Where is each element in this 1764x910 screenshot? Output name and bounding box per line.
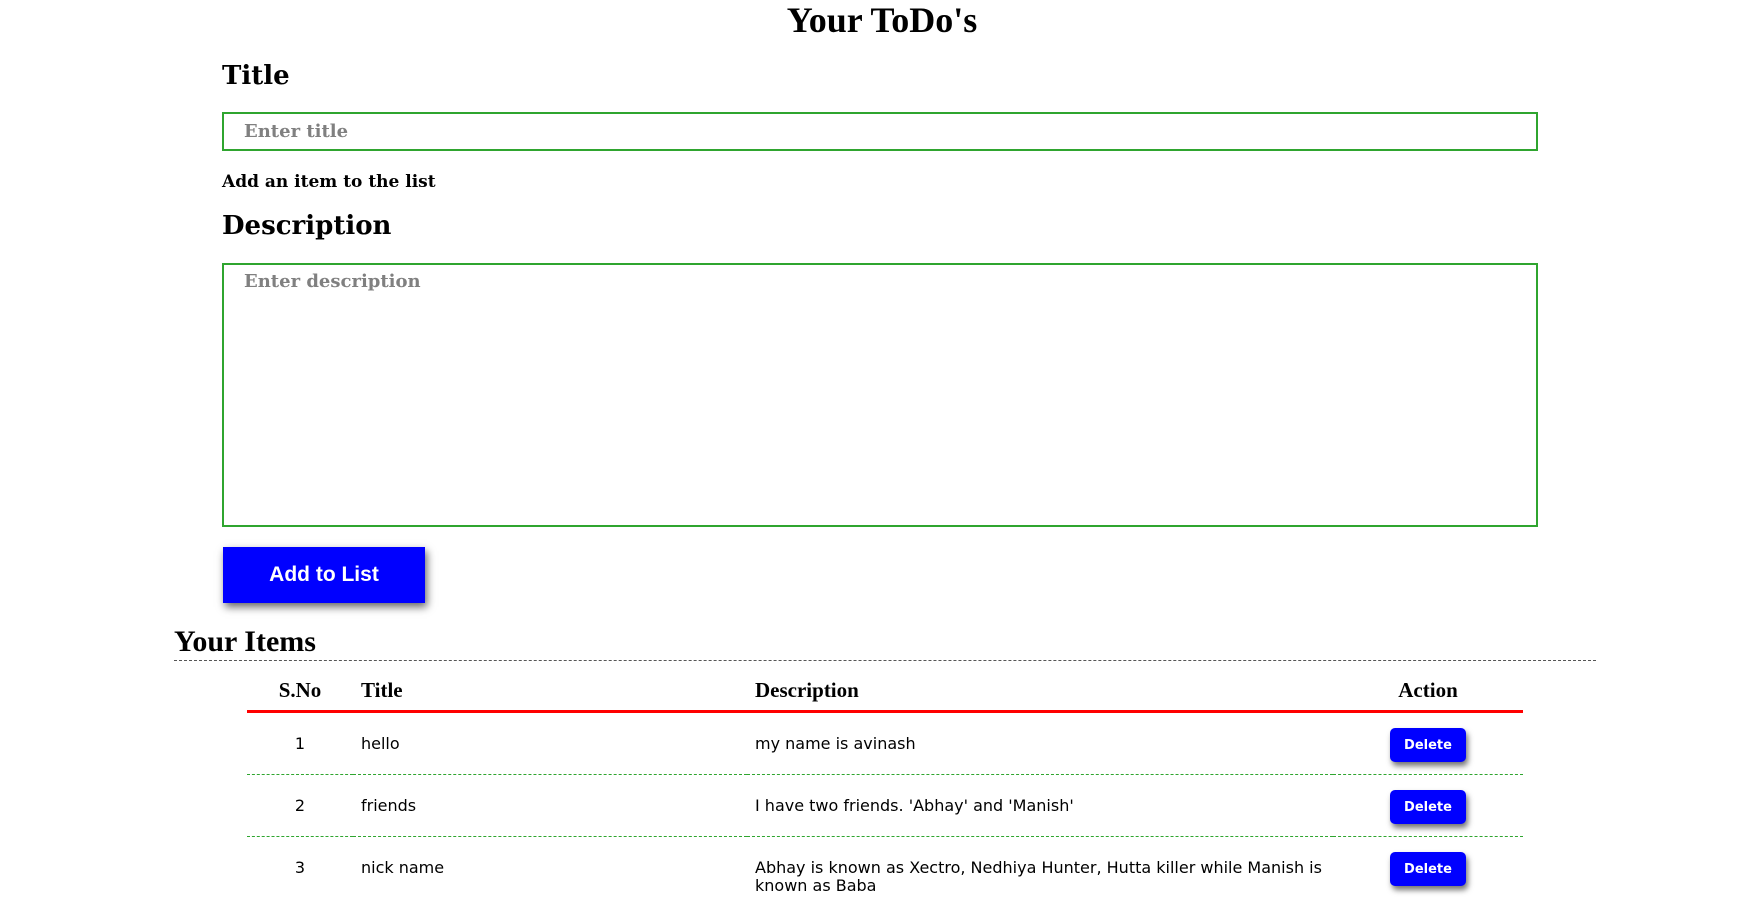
title-label: Title (222, 61, 290, 91)
items-heading: Your Items (174, 625, 316, 658)
table-row: 1 hello my name is avinash Delete (247, 711, 1523, 775)
table-row: 3 nick name Abhay is known as Xectro, Ne… (247, 837, 1523, 908)
cell-title: friends (353, 774, 747, 837)
description-input[interactable] (222, 263, 1538, 527)
cell-title: nick name (361, 858, 445, 877)
cell-description: my name is avinash (747, 711, 1333, 775)
delete-button[interactable]: Delete (1390, 728, 1466, 762)
column-header-sno: S.No (247, 670, 353, 713)
cell-description: I have two friends. 'Abhay' and 'Manish' (747, 774, 1333, 837)
table-row: 2 friends I have two friends. 'Abhay' an… (247, 774, 1523, 837)
description-label: Description (222, 211, 392, 241)
delete-button[interactable]: Delete (1390, 790, 1466, 824)
helper-text: Add an item to the list (222, 172, 436, 192)
cell-action: Delete (1333, 837, 1523, 908)
column-header-description: Description (747, 670, 1333, 713)
cell-title: hello (353, 711, 747, 775)
cell-action: Delete (1333, 711, 1523, 775)
delete-button[interactable]: Delete (1390, 852, 1466, 886)
add-to-list-button[interactable]: Add to List (223, 547, 425, 603)
page-title: Your ToDo's (786, 0, 978, 40)
items-divider (174, 660, 1596, 661)
column-header-action: Action (1333, 670, 1523, 713)
cell-action: Delete (1333, 774, 1523, 837)
cell-sno: 1 (247, 711, 353, 775)
cell-sno: 2 (247, 774, 353, 837)
cell-description: Abhay is known as Xectro, Nedhiya Hunter… (755, 858, 1322, 895)
items-table: S.No Title Description Action 1 hello my… (247, 670, 1523, 907)
table-header-row: S.No Title Description Action (247, 670, 1523, 713)
column-header-title: Title (353, 670, 747, 713)
title-input[interactable] (222, 112, 1538, 151)
cell-sno: 3 (294, 858, 306, 877)
